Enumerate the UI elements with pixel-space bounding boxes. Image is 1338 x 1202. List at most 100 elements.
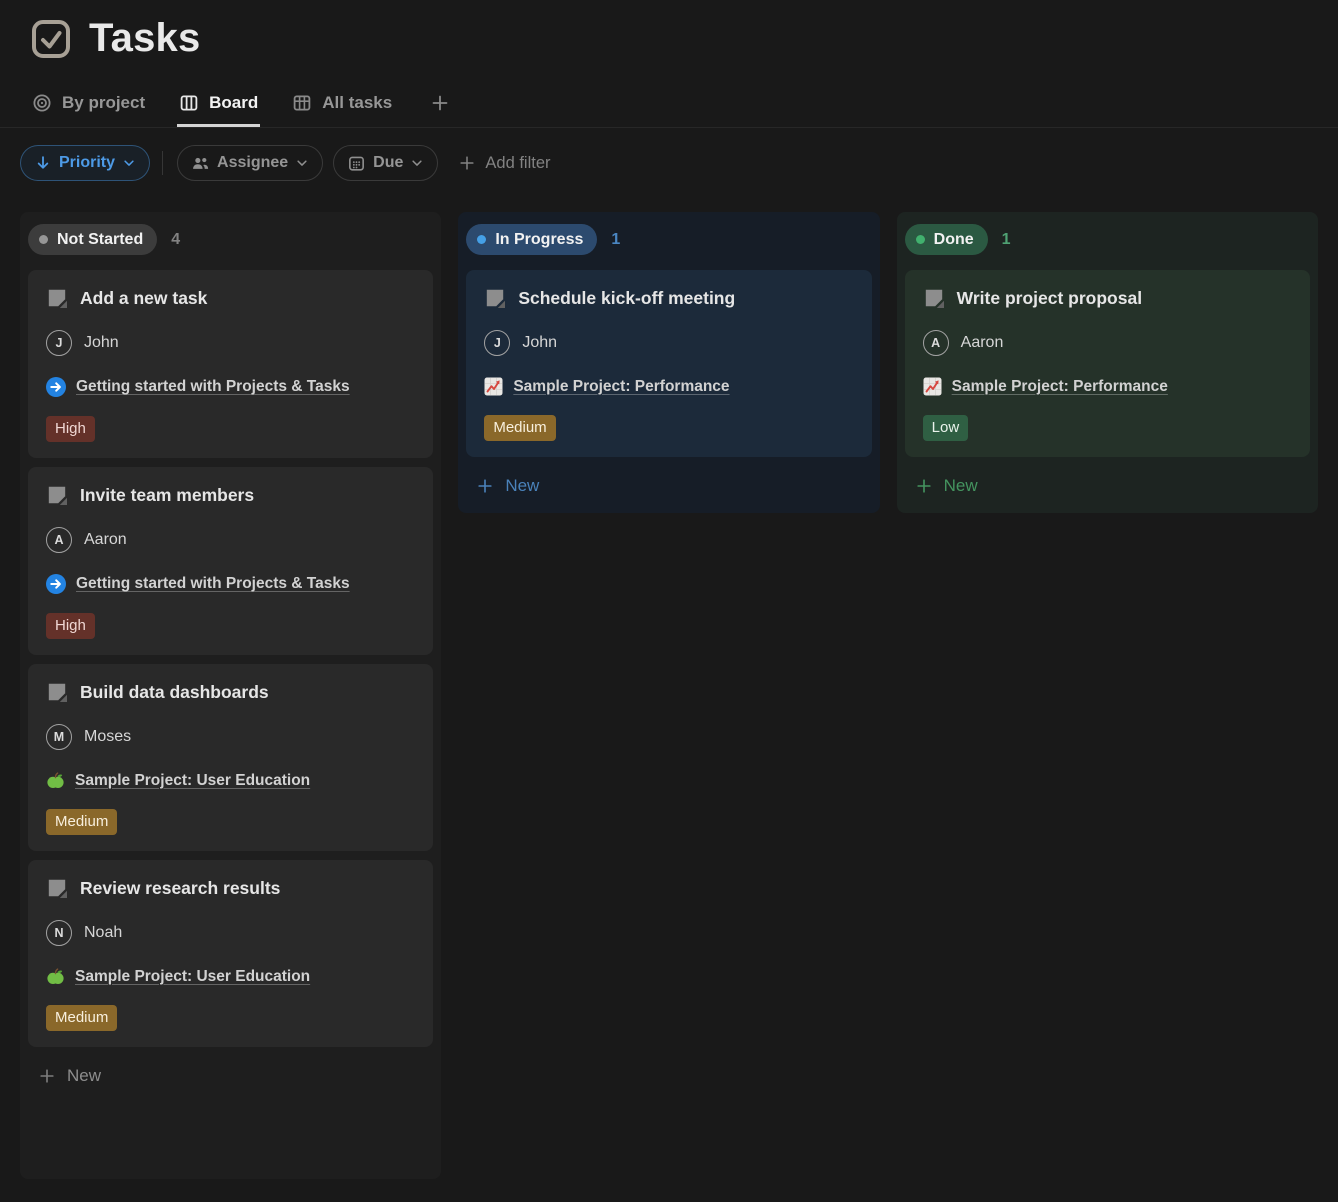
plus-icon (476, 477, 494, 495)
sort-priority-chip[interactable]: Priority (20, 145, 150, 181)
tab-board[interactable]: Board (177, 87, 260, 127)
page-icon (484, 287, 506, 309)
green-apple-icon (46, 967, 65, 986)
status-label: Done (934, 231, 974, 249)
project-link[interactable]: Sample Project: User Education (75, 772, 310, 790)
arrow-circle-icon (46, 574, 66, 594)
chevron-down-icon (410, 156, 424, 170)
task-card[interactable]: Review research results N Noah Sample Pr… (28, 860, 433, 1047)
task-title[interactable]: Review research results (80, 878, 280, 899)
new-task-button[interactable]: New (466, 471, 871, 501)
status-pill[interactable]: Done (905, 224, 988, 255)
task-title[interactable]: Write project proposal (957, 288, 1142, 309)
green-apple-icon (46, 771, 65, 790)
column-count: 1 (611, 231, 620, 249)
task-card[interactable]: Invite team members A Aaron Getting star… (28, 467, 433, 655)
add-view-button[interactable] (424, 87, 452, 127)
project-link[interactable]: Getting started with Projects & Tasks (76, 575, 350, 593)
sort-chip-label: Priority (59, 154, 115, 172)
avatar: J (484, 330, 510, 356)
assignee-name: Aaron (961, 334, 1004, 352)
status-dot-icon (916, 235, 925, 244)
assignee-name: John (84, 334, 119, 352)
task-card[interactable]: Build data dashboards M Moses Sample Pro… (28, 664, 433, 851)
table-icon (292, 93, 312, 113)
chart-increase-icon (923, 377, 942, 396)
task-title[interactable]: Invite team members (80, 485, 254, 506)
status-pill[interactable]: Not Started (28, 224, 157, 255)
chevron-down-icon (122, 156, 136, 170)
board-column-done: Done 1 Write project proposal A Aaron (897, 212, 1318, 513)
tab-all-tasks[interactable]: All tasks (290, 87, 394, 127)
avatar-initial: M (54, 730, 64, 744)
new-task-label: New (505, 476, 539, 496)
assignee-chip-label: Assignee (217, 154, 288, 172)
tab-label: All tasks (322, 93, 392, 113)
column-count: 4 (171, 231, 180, 249)
task-card[interactable]: Add a new task J John Getting started wi… (28, 270, 433, 458)
avatar: M (46, 724, 72, 750)
status-label: In Progress (495, 231, 583, 249)
tab-by-project[interactable]: By project (30, 87, 147, 127)
project-link[interactable]: Sample Project: Performance (513, 378, 729, 396)
avatar: A (923, 330, 949, 356)
arrow-down-icon (34, 154, 52, 172)
avatar-initial: N (54, 926, 63, 940)
avatar-initial: J (56, 336, 63, 350)
status-dot-icon (39, 235, 48, 244)
chart-increase-icon (484, 377, 503, 396)
priority-badge: High (46, 613, 95, 639)
assignee-filter-chip[interactable]: Assignee (177, 145, 323, 181)
checkbox-icon (30, 18, 72, 60)
task-title[interactable]: Schedule kick-off meeting (518, 288, 735, 309)
plus-icon (38, 1067, 56, 1085)
priority-badge: Medium (46, 1005, 117, 1031)
avatar-initial: J (494, 336, 501, 350)
due-filter-chip[interactable]: Due (333, 145, 438, 181)
chevron-down-icon (295, 156, 309, 170)
avatar: J (46, 330, 72, 356)
due-chip-label: Due (373, 154, 403, 172)
new-task-button[interactable]: New (28, 1061, 433, 1091)
column-count: 1 (1002, 231, 1011, 249)
filter-bar: Priority Assignee (20, 144, 1338, 182)
task-title[interactable]: Build data dashboards (80, 682, 269, 703)
column-header: Done 1 (905, 224, 1310, 255)
tab-label: By project (62, 93, 145, 113)
priority-badge: Medium (484, 415, 555, 441)
arrow-circle-icon (46, 377, 66, 397)
new-task-button[interactable]: New (905, 471, 1310, 501)
board-column-not-started: Not Started 4 Add a new task J John (20, 212, 441, 1179)
plus-icon (915, 477, 933, 495)
status-pill[interactable]: In Progress (466, 224, 597, 255)
column-header: Not Started 4 (28, 224, 433, 255)
people-icon (191, 154, 210, 173)
view-tabs: By project Board All tasks (0, 61, 1338, 128)
filter-divider (162, 151, 163, 175)
assignee-name: John (522, 334, 557, 352)
project-link[interactable]: Sample Project: User Education (75, 968, 310, 986)
tasks-board-page: Tasks By project Board (0, 0, 1338, 1202)
avatar-initial: A (931, 336, 940, 350)
status-label: Not Started (57, 231, 143, 249)
tab-label: Board (209, 93, 258, 113)
page-title: Tasks (89, 16, 200, 61)
column-header: In Progress 1 (466, 224, 871, 255)
project-link[interactable]: Sample Project: Performance (952, 378, 1168, 396)
kanban-board: Not Started 4 Add a new task J John (20, 212, 1318, 1179)
page-icon (46, 681, 68, 703)
new-task-label: New (67, 1066, 101, 1086)
task-card[interactable]: Schedule kick-off meeting J John (466, 270, 871, 457)
assignee-name: Aaron (84, 531, 127, 549)
add-filter-button[interactable]: Add filter (458, 154, 550, 173)
task-title[interactable]: Add a new task (80, 288, 207, 309)
plus-icon (430, 93, 450, 113)
avatar-initial: A (54, 533, 63, 547)
page-icon (46, 877, 68, 899)
task-card[interactable]: Write project proposal A Aaron (905, 270, 1310, 457)
assignee-name: Noah (84, 924, 122, 942)
priority-badge: Medium (46, 809, 117, 835)
avatar: A (46, 527, 72, 553)
priority-badge: Low (923, 415, 969, 441)
project-link[interactable]: Getting started with Projects & Tasks (76, 378, 350, 396)
